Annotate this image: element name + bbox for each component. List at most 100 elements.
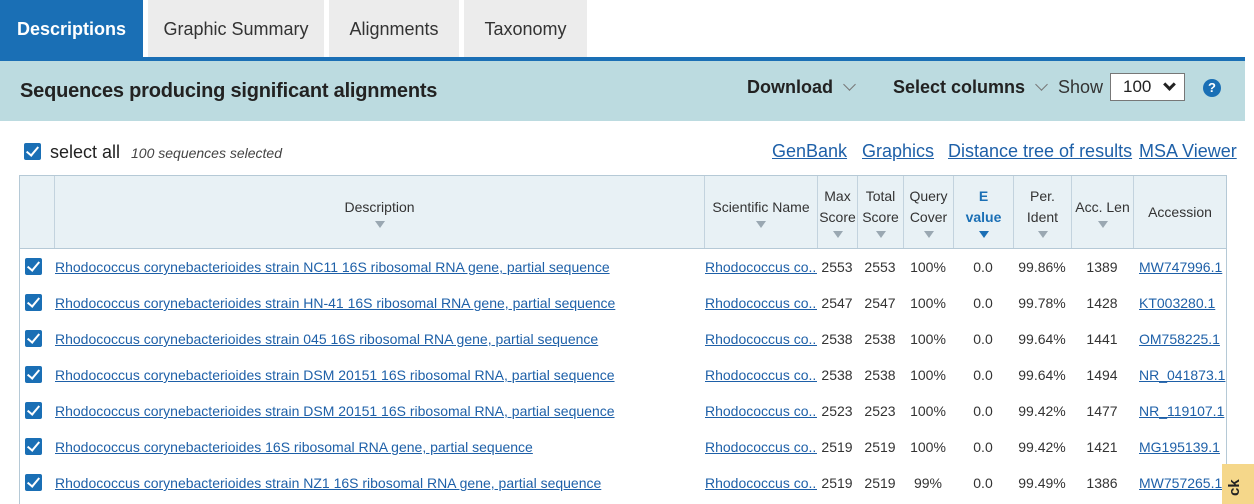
description-link[interactable]: Rhodococcus corynebacterioides strain NC… (55, 259, 610, 275)
page-title: Sequences producing significant alignmen… (20, 80, 438, 102)
cell-total-score: 2547 (857, 285, 903, 321)
cell-e-value: 0.0 (953, 429, 1013, 465)
cell-acc-len: 1494 (1071, 357, 1133, 393)
cell-per-ident: 99.64% (1013, 357, 1071, 393)
download-menu[interactable]: Download (747, 77, 856, 98)
help-icon[interactable]: ? (1203, 79, 1221, 97)
table-row: Rhodococcus corynebacterioides strain DS… (20, 357, 1226, 393)
cell-per-ident: 99.78% (1013, 285, 1071, 321)
scientific-name-link[interactable]: Rhodococcus co... (705, 295, 817, 311)
cell-max-score: 2538 (817, 321, 857, 357)
row-checkbox[interactable] (25, 402, 42, 419)
col-max-score[interactable]: Max Score (817, 176, 857, 248)
show-count-select[interactable]: 100 (1110, 73, 1185, 101)
per-ident: 99.64% (1018, 367, 1066, 383)
scientific-name-link[interactable]: Rhodococcus co... (705, 475, 817, 491)
cell-per-ident: 99.42% (1013, 393, 1071, 429)
cell-max-score: 2519 (817, 465, 857, 501)
cell-e-value: 0.0 (953, 393, 1013, 429)
accession-link[interactable]: KT003280.1 (1139, 295, 1215, 311)
cell-query-cover: 100% (903, 321, 953, 357)
sort-arrow-icon (978, 231, 989, 238)
table-row: Rhodococcus corynebacterioides strain 04… (20, 321, 1226, 357)
row-checkbox[interactable] (25, 438, 42, 455)
description-link[interactable]: Rhodococcus corynebacterioides strain 04… (55, 331, 598, 347)
per-ident: 99.64% (1018, 331, 1066, 347)
select-all-label[interactable]: select all (50, 142, 120, 163)
description-link[interactable]: Rhodococcus corynebacterioides strain HN… (55, 295, 615, 311)
select-all-checkbox[interactable] (24, 143, 41, 160)
per-ident: 99.86% (1018, 259, 1066, 275)
scientific-name-link[interactable]: Rhodococcus co... (705, 367, 817, 383)
results-table: Description Scientific Name Max Score To… (19, 175, 1227, 504)
scientific-name-link[interactable]: Rhodococcus co... (705, 259, 817, 275)
cell-acc-len: 1421 (1071, 429, 1133, 465)
query-cover: 100% (910, 259, 946, 275)
col-description[interactable]: Description (54, 176, 704, 248)
col-acc-len-label: Acc. Len (1075, 198, 1130, 215)
cell-e-value: 0.0 (953, 357, 1013, 393)
scientific-name-link[interactable]: Rhodococcus co... (705, 331, 817, 347)
msa-viewer-link[interactable]: MSA Viewer (1139, 141, 1237, 162)
row-checkbox[interactable] (25, 330, 42, 347)
col-total-score-label-1: Total (865, 188, 896, 204)
col-accession[interactable]: Accession (1133, 176, 1226, 248)
tab-graphic-summary[interactable]: Graphic Summary (148, 0, 324, 58)
cell-query-cover: 100% (903, 285, 953, 321)
cell-scientific-name: Rhodococcus co... (704, 321, 817, 357)
chevron-down-icon (843, 78, 856, 91)
total-score: 2523 (864, 403, 896, 419)
description-link[interactable]: Rhodococcus corynebacterioides strain DS… (55, 367, 615, 383)
scientific-name-link[interactable]: Rhodococcus co... (705, 439, 817, 455)
tab-alignments[interactable]: Alignments (329, 0, 459, 58)
acc-len: 1389 (1086, 259, 1118, 275)
col-per-ident[interactable]: Per. Ident (1013, 176, 1071, 248)
row-checkbox[interactable] (25, 474, 42, 491)
col-e-value[interactable]: E value (953, 176, 1013, 248)
tab-taxonomy[interactable]: Taxonomy (464, 0, 587, 58)
accession-link[interactable]: MW757265.1 (1139, 475, 1222, 491)
total-score: 2547 (864, 295, 896, 311)
cell-total-score: 2538 (857, 321, 903, 357)
accession-link[interactable]: NR_041873.1 (1139, 367, 1225, 383)
col-total-score[interactable]: Total Score (857, 176, 903, 248)
total-score: 2538 (864, 331, 896, 347)
cell-description: Rhodococcus corynebacterioides strain HN… (54, 285, 704, 321)
cell-description: Rhodococcus corynebacterioides strain NZ… (54, 465, 704, 501)
col-scientific-name[interactable]: Scientific Name (704, 176, 817, 248)
tab-descriptions[interactable]: Descriptions (0, 0, 143, 58)
row-checkbox[interactable] (25, 258, 42, 275)
graphics-link[interactable]: Graphics (862, 141, 934, 162)
cell-e-value: 0.0 (953, 321, 1013, 357)
sort-arrow-icon (374, 220, 385, 228)
select-columns-menu[interactable]: Select columns (893, 77, 1048, 98)
col-query-cover[interactable]: Query Cover (903, 176, 953, 248)
accession-link[interactable]: MW747996.1 (1139, 259, 1222, 275)
row-checkbox[interactable] (25, 294, 42, 311)
feedback-tab[interactable]: ck (1222, 464, 1254, 504)
cell-per-ident: 99.86% (1013, 249, 1071, 285)
per-ident: 99.42% (1018, 403, 1066, 419)
genbank-link[interactable]: GenBank (772, 141, 847, 162)
description-link[interactable]: Rhodococcus corynebacterioides strain NZ… (55, 475, 601, 491)
col-description-label: Description (344, 198, 415, 215)
query-cover: 100% (910, 367, 946, 383)
accession-link[interactable]: NR_119107.1 (1139, 403, 1224, 419)
cell-accession: KT003280.1 (1133, 285, 1226, 321)
description-link[interactable]: Rhodococcus corynebacterioides strain DS… (55, 403, 615, 419)
chevron-down-icon (1035, 78, 1048, 91)
download-label: Download (747, 77, 833, 97)
distance-tree-link[interactable]: Distance tree of results (948, 141, 1132, 162)
scientific-name-link[interactable]: Rhodococcus co... (705, 403, 817, 419)
show-count-value: 100 (1123, 77, 1152, 96)
accession-link[interactable]: OM758225.1 (1139, 331, 1220, 347)
cell-max-score: 2538 (817, 357, 857, 393)
description-link[interactable]: Rhodococcus corynebacterioides 16S ribos… (55, 439, 533, 455)
cell-total-score: 2538 (857, 357, 903, 393)
col-acc-len[interactable]: Acc. Len (1071, 176, 1133, 248)
row-checkbox[interactable] (25, 366, 42, 383)
cell-total-score: 2519 (857, 465, 903, 501)
accession-link[interactable]: MG195139.1 (1139, 439, 1220, 455)
e-value: 0.0 (973, 367, 993, 383)
col-e-value-label-2: value (965, 209, 1002, 225)
